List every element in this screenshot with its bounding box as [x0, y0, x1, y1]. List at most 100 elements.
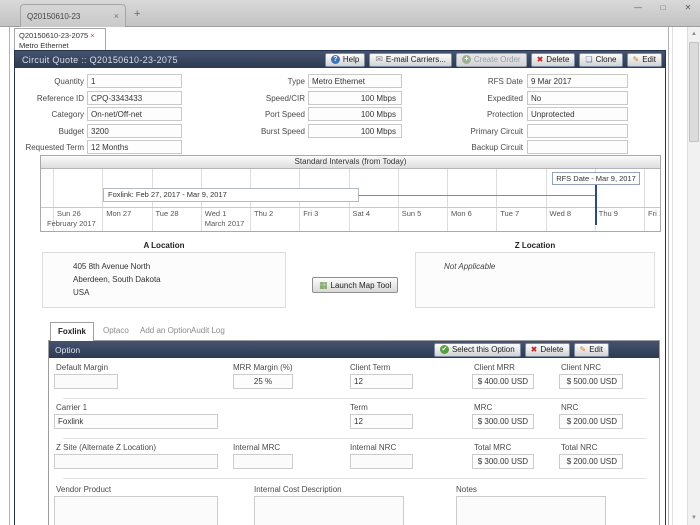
help-button[interactable]: ? Help: [325, 53, 365, 67]
internal-cost-description-label: Internal Cost Description: [254, 485, 342, 494]
budget-label: Budget: [18, 127, 84, 136]
map-icon: ▦: [319, 281, 328, 290]
default-margin-field[interactable]: [54, 374, 118, 389]
tab-add-an-option[interactable]: Add an Option: [140, 326, 191, 335]
email-icon: ✉: [375, 55, 383, 64]
mrc-label: MRC: [474, 403, 492, 412]
timeline-day-label: Mon 6: [451, 209, 472, 218]
burst-speed-field[interactable]: 100 Mbps: [308, 124, 402, 138]
category-label: Category: [18, 110, 84, 119]
mrc-field[interactable]: $ 300.00 USD: [472, 414, 534, 429]
tab-close-icon[interactable]: ×: [114, 11, 119, 21]
create-order-button[interactable]: + Create Order: [456, 53, 527, 67]
speed-cir-field[interactable]: 100 Mbps: [308, 91, 402, 105]
clone-button[interactable]: ❏ Clone: [579, 53, 622, 67]
minimize-icon[interactable]: —: [632, 3, 644, 12]
quote-tab-close-icon[interactable]: ×: [90, 31, 94, 40]
protection-field[interactable]: Unprotected: [527, 107, 628, 121]
carrier1-field[interactable]: Foxlink: [54, 414, 218, 429]
client-nrc-field[interactable]: $ 500.00 USD: [559, 374, 623, 389]
select-this-option-button[interactable]: ✔ Select this Option: [434, 343, 521, 357]
select-option-icon: ✔: [440, 345, 449, 354]
close-icon[interactable]: ✕: [682, 3, 694, 12]
requested-term-field[interactable]: 12 Months: [87, 140, 182, 154]
vendor-product-textarea[interactable]: [54, 496, 218, 525]
expedited-label: Expedited: [452, 94, 523, 103]
total-mrc-field[interactable]: $ 300.00 USD: [472, 454, 534, 469]
z-location-title: Z Location: [415, 241, 655, 250]
mrr-margin-field[interactable]: 25 %: [233, 374, 293, 389]
timeline-day-label: Mon 27: [106, 209, 131, 218]
tab-audit-log[interactable]: Audit Log: [191, 326, 225, 335]
create-order-icon: +: [462, 55, 471, 64]
client-mrr-field[interactable]: $ 400.00 USD: [472, 374, 534, 389]
browser-tab[interactable]: Q20150610-23 ×: [20, 4, 126, 27]
client-term-field[interactable]: 12: [350, 374, 413, 389]
internal-cost-description-textarea[interactable]: [254, 496, 404, 525]
internal-nrc-field[interactable]: [350, 454, 413, 469]
z-site-label: Z Site (Alternate Z Location): [56, 443, 156, 452]
reference-id-field[interactable]: CPQ-3343433: [87, 91, 182, 105]
option-delete-button[interactable]: ✖ Delete: [525, 343, 570, 357]
tab-foxlink[interactable]: Foxlink: [50, 322, 94, 341]
launch-map-tool-button[interactable]: ▦ Launch Map Tool: [312, 277, 398, 293]
type-label: Type: [235, 77, 305, 86]
maximize-icon[interactable]: □: [657, 3, 669, 12]
burst-speed-label: Burst Speed: [235, 127, 305, 136]
scroll-down-icon[interactable]: ▼: [688, 512, 700, 524]
row-separator: [63, 438, 647, 439]
expedited-field[interactable]: No: [527, 91, 628, 105]
client-term-label: Client Term: [350, 363, 390, 372]
primary-circuit-field[interactable]: [527, 124, 628, 138]
internal-mrc-label: Internal MRC: [233, 443, 280, 452]
rfs-date-label: RFS Date: [452, 77, 523, 86]
timeline-gridline: [546, 169, 547, 231]
timeline-day-label: Tue 7: [500, 209, 519, 218]
timeline-title: Standard Intervals (from Today): [41, 156, 660, 169]
quote-tab-subtitle: Metro Ethernet: [19, 41, 101, 50]
internal-mrc-field[interactable]: [233, 454, 293, 469]
a-location-line3: USA: [73, 286, 285, 299]
default-margin-label: Default Margin: [56, 363, 108, 372]
app-window: Q20150610-23 × + — □ ✕ ▲ ▼ Q20150610-23-…: [0, 0, 700, 525]
backup-circuit-field[interactable]: [527, 140, 628, 154]
reference-id-label: Reference ID: [18, 94, 84, 103]
port-speed-field[interactable]: 100 Mbps: [308, 107, 402, 121]
z-site-field[interactable]: [54, 454, 218, 469]
rfs-date-field[interactable]: 9 Mar 2017: [527, 74, 628, 88]
edit-icon: ✎: [633, 55, 640, 64]
delete-icon: ✖: [537, 55, 544, 64]
help-icon: ?: [331, 55, 340, 64]
type-field[interactable]: Metro Ethernet: [308, 74, 402, 88]
tab-optaco[interactable]: Optaco: [103, 326, 129, 335]
term-label: Term: [350, 403, 368, 412]
delete-button[interactable]: ✖ Delete: [531, 53, 576, 67]
option-edit-button[interactable]: ✎ Edit: [574, 343, 610, 357]
scrollbar[interactable]: ▲ ▼: [687, 27, 700, 525]
quantity-field[interactable]: 1: [87, 74, 182, 88]
page-right-border-inner: [672, 27, 673, 525]
new-tab-icon[interactable]: +: [134, 8, 140, 20]
timeline-gridline: [644, 169, 645, 231]
total-nrc-field[interactable]: $ 200.00 USD: [559, 454, 623, 469]
quote-title: Circuit Quote :: Q20150610-23-2075: [18, 55, 321, 65]
timeline-body: Foxlink: Feb 27, 2017 - Mar 9, 2017 RFS …: [41, 169, 660, 231]
quote-page-tab[interactable]: Q20150610-23-2075× Metro Ethernet: [14, 28, 106, 50]
page-right-border: [668, 27, 669, 525]
category-field[interactable]: On-net/Off-net: [87, 107, 182, 121]
quote-tab-id: Q20150610-23-2075: [19, 31, 88, 40]
scroll-up-icon[interactable]: ▲: [688, 28, 700, 40]
timeline-day-label: Sat 4: [353, 209, 371, 218]
edit-button[interactable]: ✎ Edit: [627, 53, 663, 67]
nrc-field[interactable]: $ 200.00 USD: [559, 414, 623, 429]
timeline-day-label: Thu 9: [599, 209, 618, 218]
quantity-label: Quantity: [18, 77, 84, 86]
notes-textarea[interactable]: [456, 496, 606, 525]
budget-field[interactable]: 3200: [87, 124, 182, 138]
scrollbar-thumb[interactable]: [689, 42, 699, 142]
a-location-box: 405 8th Avenue North Aberdeen, South Dak…: [42, 252, 286, 308]
nrc-label: NRC: [561, 403, 578, 412]
vendor-product-label: Vendor Product: [56, 485, 111, 494]
email-carriers-button[interactable]: ✉ E-mail Carriers...: [369, 53, 452, 67]
term-field[interactable]: 12: [350, 414, 413, 429]
